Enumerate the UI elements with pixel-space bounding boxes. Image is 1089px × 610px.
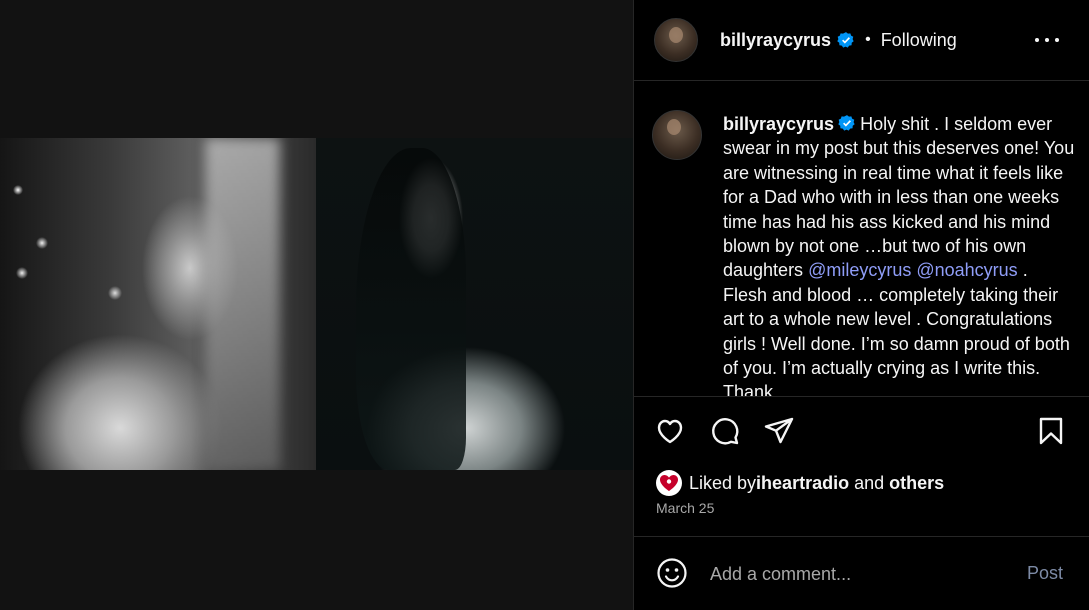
caption-text: billyraycyrus Holy shit . I seldom ever … bbox=[723, 112, 1075, 396]
verified-icon bbox=[837, 32, 854, 48]
post-image[interactable] bbox=[0, 138, 633, 470]
caption-area: billyraycyrus Holy shit . I seldom ever … bbox=[634, 82, 1089, 396]
emoji-icon[interactable] bbox=[656, 557, 688, 589]
save-bookmark-icon[interactable] bbox=[1035, 415, 1067, 447]
caption-avatar[interactable] bbox=[652, 110, 702, 160]
caption-username[interactable]: billyraycyrus bbox=[723, 114, 834, 134]
more-options-icon[interactable] bbox=[1035, 30, 1059, 50]
comment-input[interactable] bbox=[708, 559, 1012, 589]
likes-prefix: Liked by bbox=[689, 472, 757, 493]
mention-link[interactable]: @mileycyrus bbox=[808, 260, 911, 280]
post-comment-button[interactable]: Post bbox=[1027, 563, 1063, 584]
liked-by-user[interactable]: iheartradio bbox=[756, 473, 849, 494]
likes-summary: Liked by iheartradio and others bbox=[656, 470, 944, 496]
photo-left-portrait bbox=[0, 138, 316, 470]
photo-right-hair bbox=[356, 148, 466, 470]
media-pane bbox=[0, 0, 633, 610]
caption-body-1: Holy shit . I seldom ever swear in my po… bbox=[723, 114, 1075, 281]
like-heart-icon[interactable] bbox=[654, 415, 686, 447]
caption-body-2: . Flesh and blood … completely taking th… bbox=[723, 260, 1070, 396]
comment-bar: Post bbox=[634, 536, 1089, 610]
share-icon[interactable] bbox=[763, 415, 795, 447]
photo-right-portrait bbox=[316, 138, 633, 470]
verified-icon bbox=[838, 115, 855, 131]
avatar[interactable] bbox=[654, 18, 698, 62]
post-header: billyraycyrus • Following bbox=[634, 0, 1089, 81]
post-author-username[interactable]: billyraycyrus bbox=[720, 30, 831, 51]
action-bar bbox=[634, 396, 1089, 462]
separator-dot: • bbox=[865, 31, 871, 48]
comment-icon[interactable] bbox=[709, 415, 741, 447]
post-date[interactable]: March 25 bbox=[656, 500, 714, 516]
iheartradio-icon[interactable] bbox=[656, 470, 682, 496]
post-details-pane: billyraycyrus • Following billyraycyrus … bbox=[633, 0, 1089, 610]
mention-link[interactable]: @noahcyrus bbox=[916, 260, 1017, 280]
following-button[interactable]: Following bbox=[881, 30, 957, 51]
liked-by-others[interactable]: others bbox=[889, 473, 944, 494]
likes-middle: and bbox=[849, 472, 890, 493]
photo-left-hair bbox=[205, 138, 280, 470]
